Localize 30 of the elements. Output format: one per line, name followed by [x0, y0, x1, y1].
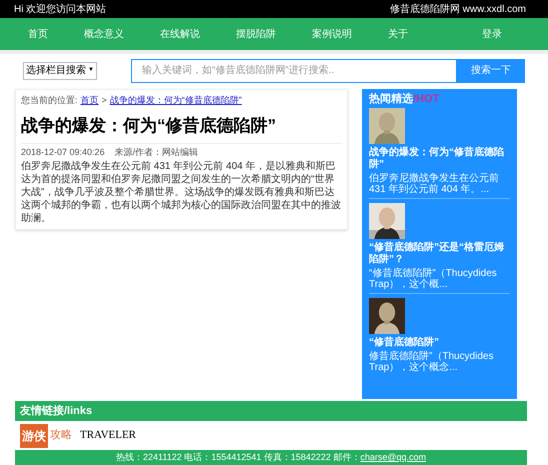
nav-link[interactable]: 摆脱陷阱 — [236, 26, 276, 42]
article-title: 战争的爆发：何为“修昔底德陷阱” — [21, 114, 277, 136]
article-source: 来源/作者：网站编辑 — [114, 146, 198, 159]
hot-item-summary: 修昔底德陷阱”（Thucydides Trap），这个概念... — [369, 350, 494, 372]
breadcrumb-link[interactable]: 战争的爆发：何为“修昔底德陷阱” — [110, 94, 242, 108]
hot-item-summary: 伯罗奔尼撒战争发生在公元前 431 年到公元前 404 年。... — [369, 172, 500, 194]
site-text: 修昔底德陷阱网 www.xxdl.com — [390, 2, 526, 16]
search-button[interactable]: 搜索一下 — [456, 58, 525, 82]
search-field[interactable]: 输入关键词，如“修昔底德陷阱网”进行搜索.. — [130, 58, 457, 82]
article-date: 2018-12-07 09:40:26 — [21, 146, 105, 159]
breadcrumb-link[interactable]: 首页 — [80, 94, 99, 108]
nav-link[interactable]: 案例说明 — [312, 26, 352, 42]
hot-heading: 热闻精选/HOT — [369, 92, 440, 107]
breadcrumb-separator: > — [102, 94, 107, 107]
hot-item-title[interactable]: 战争的爆发：何为“修昔底德陷阱” — [369, 146, 510, 170]
nav-link[interactable]: 在线解说 — [160, 26, 200, 42]
article-body: 伯罗奔尼撒战争发生在公元前 431 年到公元前 404 年，是以雅典和斯巴达为首的提洛同盟和伯罗奔尼撒同盟之间发生的一次希腊文明内的“世界大战”，战争几乎波及整个希腊世界。这场战争的爆发既有雅典和斯巴达这两个城邦的争霸，也有以两个城邦为核心的国际政治同盟在其中的推波助澜。 — [21, 160, 342, 224]
hot-item-title[interactable]: “修昔底德陷阱” — [369, 336, 510, 348]
breadcrumb-label: 您当前的位置: — [21, 94, 78, 107]
nav-link[interactable]: 关于 — [388, 26, 408, 42]
links-heading: 友情链接/links — [15, 401, 527, 421]
footer-contact: 热线：22411122 电话：1554412541 传真：15842222 邮件： — [116, 450, 360, 464]
login-link[interactable]: 登录 — [482, 26, 502, 42]
email-link[interactable]: charse@qq.com — [360, 450, 426, 464]
nav-link[interactable]: 概念意义 — [84, 26, 124, 42]
traveler-logo[interactable]: TRAVELER — [80, 427, 136, 444]
hot-item-summary: “修昔底德陷阱”（Thucydides Trap），这个概... — [369, 268, 498, 290]
greeting-text: Hi 欢迎您访问本网站 — [14, 2, 106, 16]
nav-link[interactable]: 首页 — [28, 26, 48, 42]
hot-item-title[interactable]: “修昔底德陷阱”还是“格雷厄姆陷阱”？ — [369, 242, 510, 266]
